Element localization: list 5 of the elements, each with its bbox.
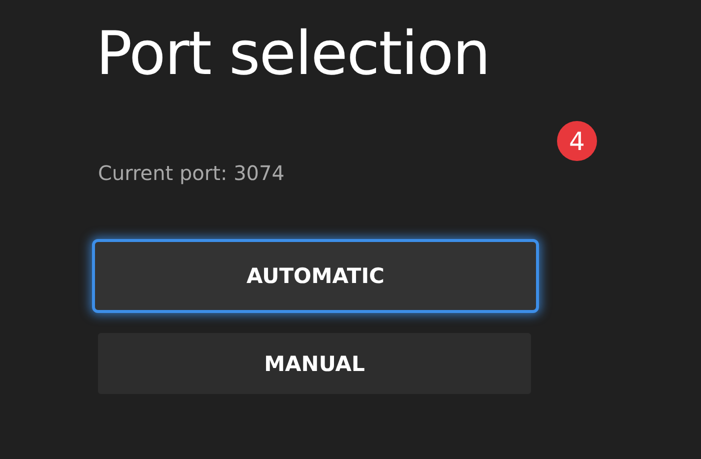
current-port-text: Current port: 3074 <box>98 161 286 185</box>
page-title: Port selection <box>96 18 491 91</box>
step-number-badge: 4 <box>557 121 597 161</box>
port-option-button[interactable]: MANUAL <box>98 333 531 394</box>
port-option-button[interactable]: AUTOMATIC <box>92 239 539 313</box>
